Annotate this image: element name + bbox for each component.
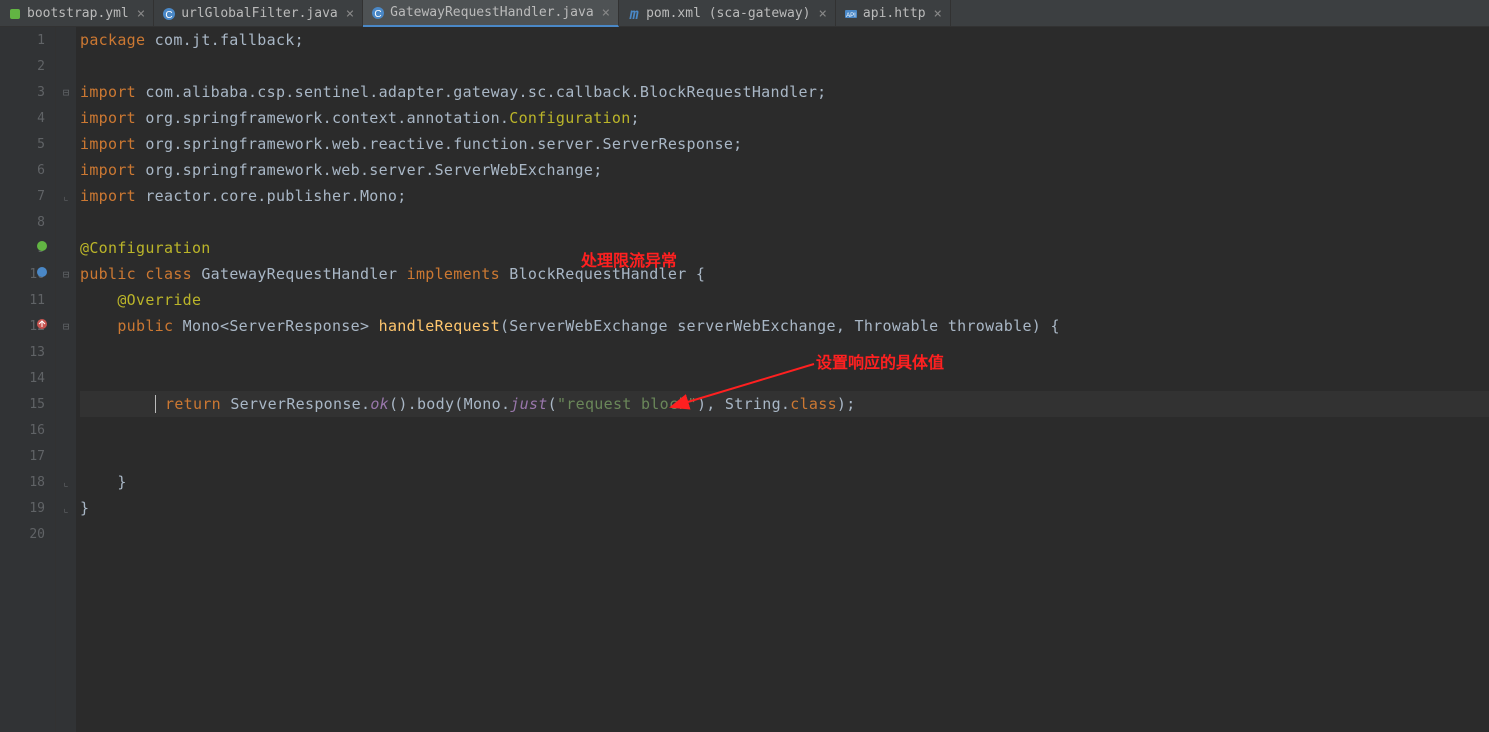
code-line: public class GatewayRequestHandler imple… — [80, 261, 1489, 287]
implements-gutter-icon[interactable] — [36, 266, 48, 282]
svg-text:C: C — [166, 10, 173, 21]
line-number: 20 — [0, 521, 55, 547]
code-line: } — [80, 495, 1489, 521]
line-number: 9 — [0, 235, 55, 261]
close-icon[interactable]: × — [137, 6, 145, 22]
close-icon[interactable]: × — [602, 5, 610, 21]
line-number: 19 — [0, 495, 55, 521]
line-number: 10 — [0, 261, 55, 287]
svg-text:API: API — [846, 13, 856, 19]
fold-end-icon: ⌞ — [63, 502, 70, 515]
line-number: 8 — [0, 209, 55, 235]
close-icon[interactable]: × — [346, 6, 354, 22]
line-number: 18 — [0, 469, 55, 495]
line-number: 14 — [0, 365, 55, 391]
code-line — [80, 417, 1489, 443]
code-line: import org.springframework.context.annot… — [80, 105, 1489, 131]
code-line — [80, 339, 1489, 365]
code-line — [80, 209, 1489, 235]
code-line: import org.springframework.web.server.Se… — [80, 157, 1489, 183]
tab-bootstrap[interactable]: bootstrap.yml × — [0, 0, 154, 27]
override-gutter-icon[interactable] — [36, 318, 48, 334]
line-number: 13 — [0, 339, 55, 365]
line-number: 12 — [0, 313, 55, 339]
close-icon[interactable]: × — [934, 6, 942, 22]
tab-label: api.http — [863, 6, 926, 21]
code-line: import reactor.core.publisher.Mono; — [80, 183, 1489, 209]
line-number: 3 — [0, 79, 55, 105]
http-icon: API — [844, 7, 858, 21]
java-class-icon: C — [162, 7, 176, 21]
fold-end-icon: ⌞ — [63, 190, 70, 203]
maven-icon: m — [627, 7, 641, 21]
tab-api-http[interactable]: API api.http × — [836, 0, 951, 27]
fold-end-icon: ⌞ — [63, 476, 70, 489]
code-line — [80, 365, 1489, 391]
code-line: } — [80, 469, 1489, 495]
code-line — [80, 443, 1489, 469]
tab-urlglobalfilter[interactable]: C urlGlobalFilter.java × — [154, 0, 363, 27]
code-line — [80, 521, 1489, 547]
run-gutter-icon[interactable] — [36, 240, 48, 256]
editor-tabs-bar: bootstrap.yml × C urlGlobalFilter.java ×… — [0, 0, 1489, 27]
code-line: @Override — [80, 287, 1489, 313]
line-number: 15 — [0, 391, 55, 417]
line-number: 7 — [0, 183, 55, 209]
code-line — [80, 53, 1489, 79]
line-number: 1 — [0, 27, 55, 53]
annotation-text-top: 处理限流异常 — [581, 247, 677, 271]
code-line: public Mono<ServerResponse> handleReques… — [80, 313, 1489, 339]
fold-gutter: ⊟ ⌞ ⊟ ⊟ ⌞ ⌞ — [56, 27, 76, 732]
line-number: 4 — [0, 105, 55, 131]
editor-container: 1 2 3 4 5 6 7 8 9 10 11 12 13 14 15 16 1… — [0, 27, 1489, 732]
line-number: 5 — [0, 131, 55, 157]
svg-text:C: C — [375, 9, 382, 20]
line-number-gutter: 1 2 3 4 5 6 7 8 9 10 11 12 13 14 15 16 1… — [0, 27, 56, 732]
code-line: package com.jt.fallback; — [80, 27, 1489, 53]
code-line-current: return ServerResponse.ok().body(Mono.jus… — [80, 391, 1489, 417]
line-number: 16 — [0, 417, 55, 443]
code-line: import com.alibaba.csp.sentinel.adapter.… — [80, 79, 1489, 105]
java-class-icon: C — [371, 6, 385, 20]
line-number: 6 — [0, 157, 55, 183]
tab-pom[interactable]: m pom.xml (sca-gateway) × — [619, 0, 836, 27]
tab-label: urlGlobalFilter.java — [181, 6, 338, 21]
code-line: @Configuration — [80, 235, 1489, 261]
fold-icon[interactable]: ⊟ — [63, 320, 70, 333]
tab-label: GatewayRequestHandler.java — [390, 5, 594, 20]
line-number: 11 — [0, 287, 55, 313]
close-icon[interactable]: × — [818, 6, 826, 22]
tab-label: pom.xml (sca-gateway) — [646, 6, 810, 21]
line-number: 2 — [0, 53, 55, 79]
fold-icon[interactable]: ⊟ — [63, 86, 70, 99]
fold-icon[interactable]: ⊟ — [63, 268, 70, 281]
tab-gatewayrequesthandler[interactable]: C GatewayRequestHandler.java × — [363, 0, 619, 27]
yml-icon — [8, 7, 22, 21]
code-editor[interactable]: package com.jt.fallback; import com.alib… — [76, 27, 1489, 732]
annotation-text-right: 设置响应的具体值 — [816, 349, 944, 373]
code-line: import org.springframework.web.reactive.… — [80, 131, 1489, 157]
tab-label: bootstrap.yml — [27, 6, 129, 21]
line-number: 17 — [0, 443, 55, 469]
